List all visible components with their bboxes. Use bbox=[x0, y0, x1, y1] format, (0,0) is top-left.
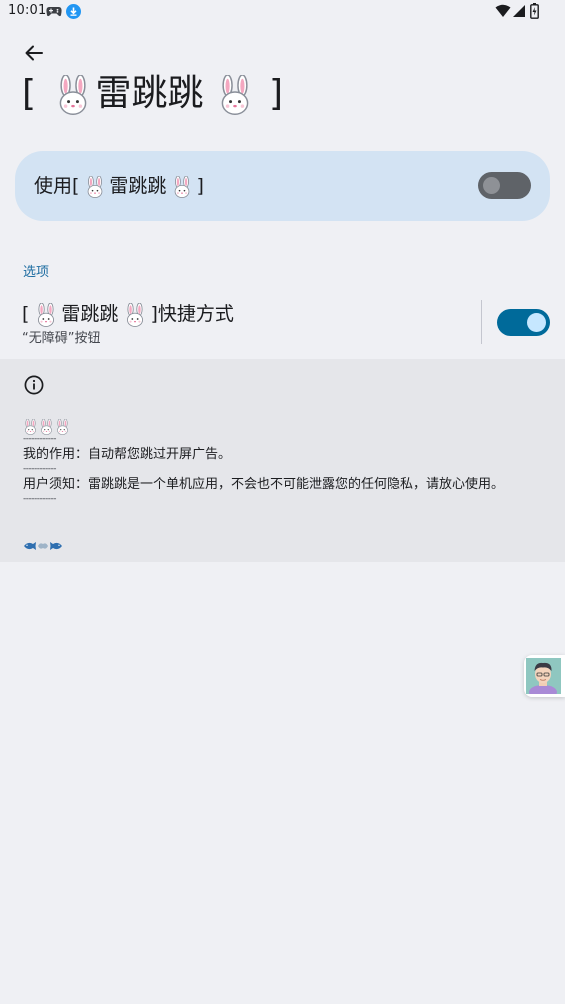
shortcut-switch[interactable] bbox=[497, 309, 550, 336]
signal-icon bbox=[513, 5, 525, 17]
enable-service-card[interactable]: 使用[ 雷跳跳] bbox=[15, 151, 550, 221]
back-button[interactable] bbox=[18, 37, 50, 69]
enable-label-suffix: ] bbox=[196, 175, 204, 197]
shortcut-summary: “无障碍”按钮 bbox=[22, 331, 101, 346]
rabbit-icon bbox=[175, 175, 190, 198]
rabbit-icon bbox=[127, 302, 144, 327]
divider bbox=[481, 300, 482, 344]
shortcut-title-suffix: ]快捷方式 bbox=[150, 303, 234, 325]
info-icon bbox=[24, 375, 44, 395]
rabbit-icon bbox=[221, 75, 248, 115]
info-separator: ------------ bbox=[23, 494, 56, 504]
info-notice-text: 用户须知：雷跳跳是一个单机应用，不会也不可能泄露您的任何隐私，请放心使用。 bbox=[23, 477, 505, 492]
enable-service-switch[interactable] bbox=[478, 172, 531, 199]
wifi-icon bbox=[495, 4, 511, 17]
rabbit-icon bbox=[38, 302, 55, 327]
avatar-icon bbox=[526, 658, 561, 694]
rabbit-icon bbox=[25, 418, 36, 435]
rabbit-icon bbox=[59, 75, 86, 115]
info-rabbit-row bbox=[23, 416, 70, 435]
page-title: [ 雷跳跳 ] bbox=[22, 70, 283, 118]
enable-label-prefix: 使用[ bbox=[34, 175, 80, 197]
download-icon bbox=[66, 4, 81, 19]
info-separator: ------------ bbox=[23, 434, 56, 444]
title-bracket-close: ] bbox=[268, 73, 284, 114]
title-bracket-open: [ bbox=[22, 73, 37, 114]
enable-service-label: 使用[ 雷跳跳] bbox=[34, 173, 204, 199]
switch-knob bbox=[483, 177, 500, 194]
shortcut-title: [ 雷跳跳 ]快捷方式 bbox=[22, 301, 234, 327]
shortcut-title-app-name: 雷跳跳 bbox=[61, 303, 119, 325]
shortcut-title-prefix: [ bbox=[22, 303, 30, 325]
battery-icon bbox=[530, 3, 539, 19]
floating-assistant-button[interactable] bbox=[524, 655, 565, 697]
title-app-name: 雷跳跳 bbox=[95, 73, 204, 114]
shortcut-preference-row[interactable]: [ 雷跳跳 ]快捷方式 “无障碍”按钮 bbox=[0, 290, 565, 356]
section-heading-options: 选项 bbox=[23, 265, 50, 280]
status-time: 10:01 bbox=[8, 3, 47, 18]
rabbit-icon bbox=[41, 418, 52, 435]
status-bar: 10:01 bbox=[0, 0, 565, 24]
info-purpose-text: 我的作用：自动帮您跳过开屏广告。 bbox=[23, 447, 232, 462]
info-panel: ------------ 我的作用：自动帮您跳过开屏广告。 ----------… bbox=[0, 359, 565, 562]
gamepad-icon bbox=[46, 7, 62, 17]
switch-knob bbox=[527, 313, 546, 332]
rabbit-icon bbox=[88, 175, 103, 198]
fish-icon bbox=[24, 542, 62, 550]
rabbit-icon bbox=[57, 418, 68, 435]
arrow-left-icon bbox=[25, 45, 43, 61]
info-separator: ------------ bbox=[23, 464, 56, 474]
enable-label-app-name: 雷跳跳 bbox=[109, 175, 167, 197]
